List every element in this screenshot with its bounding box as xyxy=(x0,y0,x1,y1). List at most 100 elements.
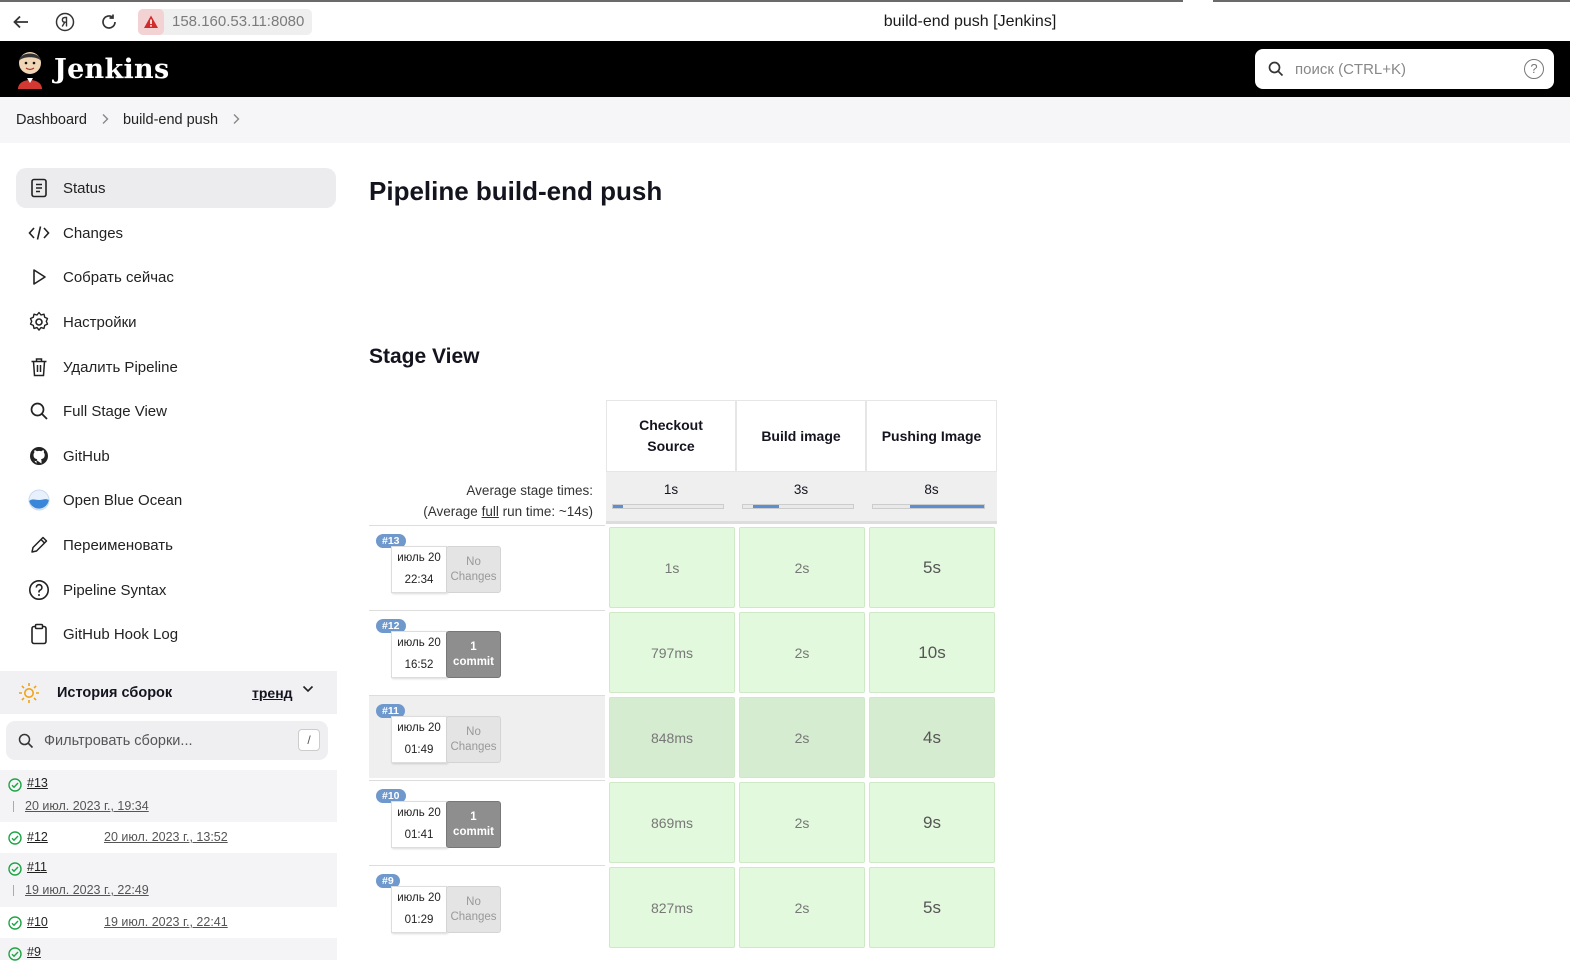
sidebar-item-label: GitHub xyxy=(63,447,110,465)
sidebar-item-label: Pipeline Syntax xyxy=(63,581,167,599)
stage-average: 1s xyxy=(606,472,736,524)
sidebar-item-changes[interactable]: Changes xyxy=(16,213,336,253)
sidebar-item-label: Собрать сейчас xyxy=(63,268,174,286)
build-date-link[interactable]: 19 июл. 2023 г., 22:49 xyxy=(25,883,149,897)
run-changes[interactable]: 1 commit xyxy=(446,801,501,848)
blue-ocean-icon xyxy=(28,489,50,511)
run-row-header: #10 июль 20 01:41 1 commit xyxy=(369,780,605,863)
sun-weather-icon xyxy=(19,682,39,703)
jenkins-butler-icon xyxy=(18,52,42,89)
stage-cell[interactable]: 1s xyxy=(609,527,735,608)
build-row[interactable]: #11 19 июл. 2023 г., 22:49 xyxy=(0,853,337,907)
chevron-down-icon[interactable] xyxy=(302,685,314,693)
stage-cell[interactable]: 5s xyxy=(869,527,995,608)
stage-cell[interactable]: 797ms xyxy=(609,612,735,693)
sidebar-item-status[interactable]: Status xyxy=(16,168,336,208)
stage-cell[interactable]: 2s xyxy=(739,527,865,608)
run-date: июль 20 01:41 xyxy=(391,801,447,848)
run-date: июль 20 01:49 xyxy=(391,716,447,763)
run-changes[interactable]: No Changes xyxy=(446,886,501,933)
stage-header: Pushing Image xyxy=(866,400,997,472)
run-changes[interactable]: No Changes xyxy=(446,716,501,763)
stage-progress-bar xyxy=(612,504,724,509)
breadcrumb-job[interactable]: build-end push xyxy=(123,112,218,128)
build-date-link[interactable]: 19 июл. 2023 г., 22:41 xyxy=(104,915,228,929)
help-icon[interactable]: ? xyxy=(1524,59,1544,79)
search-input[interactable] xyxy=(1295,60,1505,78)
build-filter[interactable]: / xyxy=(6,721,328,760)
code-icon xyxy=(28,222,50,244)
stage-cell[interactable]: 5s xyxy=(869,867,995,948)
global-search[interactable]: ? xyxy=(1255,49,1554,89)
jenkins-logo-text: Jenkins xyxy=(54,53,170,85)
sidebar-item-pipeline-syntax[interactable]: Pipeline Syntax xyxy=(16,570,336,610)
stage-cell[interactable]: 10s xyxy=(869,612,995,693)
page-title: Pipeline build-end push xyxy=(369,176,663,206)
stage-cell[interactable]: 2s xyxy=(739,612,865,693)
jenkins-logo[interactable]: Jenkins xyxy=(14,49,169,89)
sidebar-item-open-blue-ocean[interactable]: Open Blue Ocean xyxy=(16,480,336,520)
sidebar-item-rename[interactable]: Переименовать xyxy=(16,525,336,565)
stage-cell[interactable]: 2s xyxy=(739,782,865,863)
sidebar-item-build-now[interactable]: Собрать сейчас xyxy=(16,257,336,297)
build-date-link[interactable]: 20 июл. 2023 г., 13:52 xyxy=(104,830,228,844)
build-history-header: История сборок тренд xyxy=(0,671,337,714)
build-row[interactable]: #9 xyxy=(0,938,337,961)
build-number-link[interactable]: #13 xyxy=(27,776,48,790)
stage-cell[interactable]: 2s xyxy=(739,697,865,778)
run-row-header: #12 июль 20 16:52 1 commit xyxy=(369,610,605,693)
stage-average: 3s xyxy=(736,472,866,524)
sidebar-item-delete-pipeline[interactable]: Удалить Pipeline xyxy=(16,347,336,387)
sidebar-item-label: Changes xyxy=(63,224,124,242)
breadcrumb-separator-icon xyxy=(101,112,109,128)
sidebar-item-label: Status xyxy=(63,179,106,197)
full-run-link[interactable]: full xyxy=(482,504,499,519)
build-row[interactable]: #12 20 июл. 2023 г., 13:52 xyxy=(0,822,337,853)
stage-cell[interactable]: 869ms xyxy=(609,782,735,863)
build-history-title: История сборок xyxy=(57,684,173,701)
sidebar-item-label: GitHub Hook Log xyxy=(63,625,179,643)
stage-progress-bar xyxy=(872,504,985,509)
sidebar-item-configure[interactable]: Настройки xyxy=(16,302,336,342)
success-check-icon xyxy=(8,831,22,845)
build-number-link[interactable]: #11 xyxy=(27,860,47,874)
trend-link[interactable]: тренд xyxy=(252,685,293,701)
sidebar-item-github-hook-log[interactable]: GitHub Hook Log xyxy=(16,614,336,654)
breadcrumb: Dashboard build-end push xyxy=(0,97,1570,143)
build-number-link[interactable]: #12 xyxy=(27,830,48,844)
stage-cell[interactable]: 4s xyxy=(869,697,995,778)
build-number-link[interactable]: #9 xyxy=(27,945,41,959)
sidebar-item-label: Удалить Pipeline xyxy=(63,358,178,376)
success-check-icon xyxy=(8,778,22,792)
build-number-link[interactable]: #10 xyxy=(27,915,48,929)
clipboard-icon xyxy=(28,623,50,645)
sidebar-item-label: Full Stage View xyxy=(63,402,167,420)
keyboard-shortcut-hint: / xyxy=(298,729,320,751)
success-check-icon xyxy=(8,862,22,876)
github-icon xyxy=(28,445,50,467)
stage-progress-bar xyxy=(742,504,854,509)
play-icon xyxy=(28,266,50,288)
gear-icon xyxy=(28,311,50,333)
build-row[interactable]: #13 20 июл. 2023 г., 19:34 xyxy=(0,770,337,822)
run-changes[interactable]: 1 commit xyxy=(446,631,501,678)
sidebar-item-github[interactable]: GitHub xyxy=(16,436,336,476)
sidebar-item-full-stage-view[interactable]: Full Stage View xyxy=(16,391,336,431)
build-date-link[interactable]: 20 июл. 2023 г., 19:34 xyxy=(25,799,149,813)
build-filter-input[interactable] xyxy=(44,732,284,749)
sidebar-item-label: Настройки xyxy=(63,313,137,331)
sidebar-item-label: Open Blue Ocean xyxy=(63,491,183,509)
run-date: июль 20 22:34 xyxy=(391,546,447,593)
stage-cell[interactable]: 2s xyxy=(739,867,865,948)
breadcrumb-menu-chevron-icon[interactable] xyxy=(232,112,240,128)
search-icon xyxy=(1268,61,1284,77)
browser-toolbar: 158.160.53.11:8080 build-end push [Jenki… xyxy=(0,0,1570,41)
stage-cell[interactable]: 848ms xyxy=(609,697,735,778)
pencil-icon xyxy=(28,534,50,556)
stage-cell[interactable]: 9s xyxy=(869,782,995,863)
stage-cell[interactable]: 827ms xyxy=(609,867,735,948)
breadcrumb-dashboard[interactable]: Dashboard xyxy=(16,112,87,128)
jenkins-header: Jenkins ? xyxy=(0,41,1570,97)
run-changes[interactable]: No Changes xyxy=(446,546,501,593)
build-row[interactable]: #10 19 июл. 2023 г., 22:41 xyxy=(0,907,337,938)
